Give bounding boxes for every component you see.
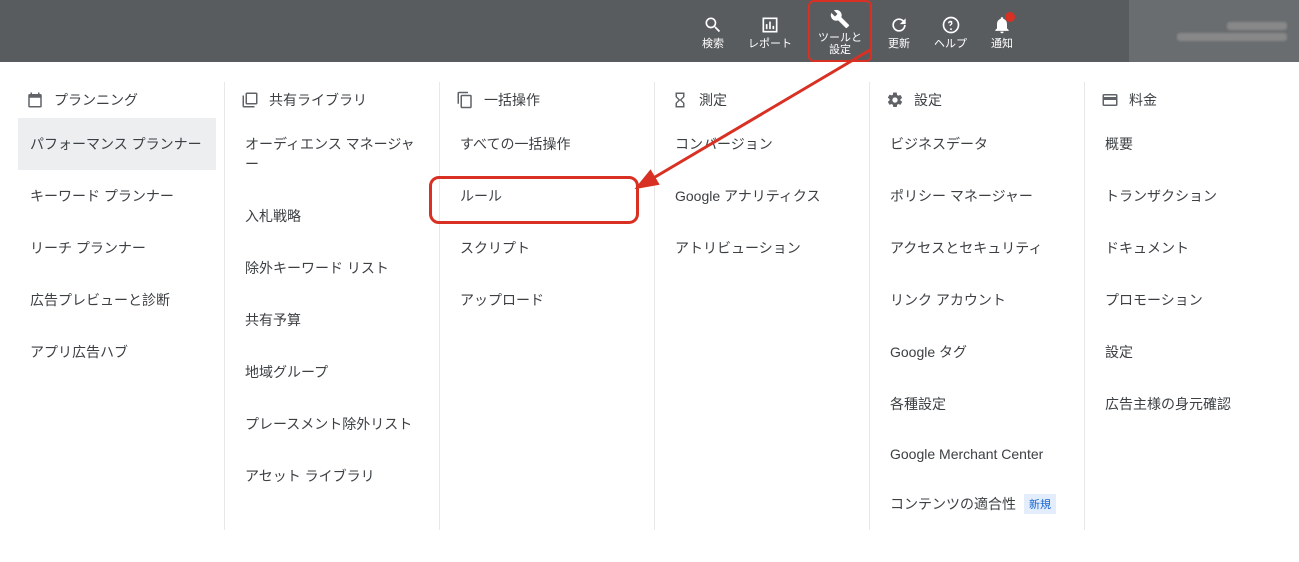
menu-content-suitability[interactable]: コンテンツの適合性 新規 — [878, 478, 1076, 530]
menu-ad-preview[interactable]: 広告プレビューと診断 — [18, 274, 216, 326]
billing-header-label: 料金 — [1129, 90, 1157, 110]
help-button[interactable]: ヘルプ — [926, 8, 975, 54]
menu-uploads[interactable]: アップロード — [448, 274, 646, 326]
menu-app-ads-hub[interactable]: アプリ広告ハブ — [18, 326, 216, 378]
account-area[interactable] — [1129, 0, 1299, 62]
menu-reach-planner[interactable]: リーチ プランナー — [18, 222, 216, 274]
menu-placement-exclusion[interactable]: プレースメント除外リスト — [233, 398, 431, 450]
menu-asset-library[interactable]: アセット ライブラリ — [233, 450, 431, 502]
menu-preferences[interactable]: 各種設定 — [878, 378, 1076, 430]
report-button[interactable]: レポート — [740, 8, 800, 54]
report-icon — [760, 14, 780, 36]
search-icon — [703, 14, 723, 36]
account-info-redacted — [1157, 19, 1287, 44]
menu-promotions[interactable]: プロモーション — [1093, 274, 1291, 326]
menu-scripts[interactable]: スクリプト — [448, 222, 646, 274]
menu-audience-manager[interactable]: オーディエンス マネージャー — [233, 118, 431, 190]
menu-advertiser-verification[interactable]: 広告主様の身元確認 — [1093, 378, 1291, 430]
bulk-header: 一括操作 — [448, 82, 646, 118]
menu-rules[interactable]: ルール — [448, 170, 646, 222]
notifications-button[interactable]: 通知 — [983, 8, 1021, 54]
refresh-button[interactable]: 更新 — [880, 8, 918, 54]
column-measurement: 測定 コンバージョン Google アナリティクス アトリビューション — [655, 82, 870, 530]
menu-policy-manager[interactable]: ポリシー マネージャー — [878, 170, 1076, 222]
menu-merchant-center[interactable]: Google Merchant Center — [878, 430, 1076, 478]
shared-header-label: 共有ライブラリ — [269, 90, 367, 110]
bulk-header-label: 一括操作 — [484, 90, 540, 110]
menu-documents[interactable]: ドキュメント — [1093, 222, 1291, 274]
menu-location-groups[interactable]: 地域グループ — [233, 346, 431, 398]
menu-summary[interactable]: 概要 — [1093, 118, 1291, 170]
menu-bid-strategies[interactable]: 入札戦略 — [233, 190, 431, 242]
menu-all-bulk-actions[interactable]: すべての一括操作 — [448, 118, 646, 170]
menu-performance-planner[interactable]: パフォーマンス プランナー — [18, 118, 216, 170]
column-billing: 料金 概要 トランザクション ドキュメント プロモーション 設定 広告主様の身元… — [1085, 82, 1299, 530]
card-icon — [1101, 91, 1119, 109]
billing-header: 料金 — [1093, 82, 1291, 118]
menu-linked-accounts[interactable]: リンク アカウント — [878, 274, 1076, 326]
refresh-label: 更新 — [888, 38, 910, 50]
menu-business-data[interactable]: ビジネスデータ — [878, 118, 1076, 170]
menu-access-security[interactable]: アクセスとセキュリティ — [878, 222, 1076, 274]
gear-icon — [886, 91, 904, 109]
new-badge: 新規 — [1024, 494, 1056, 514]
report-label: レポート — [748, 38, 792, 50]
menu-conversions[interactable]: コンバージョン — [663, 118, 861, 170]
column-bulk-actions: 一括操作 すべての一括操作 ルール スクリプト アップロード — [440, 82, 655, 530]
refresh-icon — [889, 14, 909, 36]
setup-header-label: 設定 — [914, 90, 942, 110]
search-button[interactable]: 検索 — [694, 8, 732, 54]
library-icon — [241, 91, 259, 109]
measure-header-label: 測定 — [699, 90, 727, 110]
planning-header-label: プランニング — [54, 90, 138, 110]
menu-transactions[interactable]: トランザクション — [1093, 170, 1291, 222]
menu-google-analytics[interactable]: Google アナリティクス — [663, 170, 861, 222]
help-label: ヘルプ — [934, 38, 967, 50]
column-shared-library: 共有ライブラリ オーディエンス マネージャー 入札戦略 除外キーワード リスト … — [225, 82, 440, 530]
menu-attribution[interactable]: アトリビューション — [663, 222, 861, 274]
setup-header: 設定 — [878, 82, 1076, 118]
hourglass-icon — [671, 91, 689, 109]
menu-billing-settings[interactable]: 設定 — [1093, 326, 1291, 378]
tools-settings-button[interactable]: ツールと 設定 — [808, 0, 872, 62]
copy-icon — [456, 91, 474, 109]
help-icon — [941, 14, 961, 36]
shared-header: 共有ライブラリ — [233, 82, 431, 118]
menu-negative-keywords[interactable]: 除外キーワード リスト — [233, 242, 431, 294]
tools-label: ツールと 設定 — [818, 32, 862, 56]
calendar-icon — [26, 91, 44, 109]
menu-shared-budgets[interactable]: 共有予算 — [233, 294, 431, 346]
planning-header: プランニング — [18, 82, 216, 118]
search-label: 検索 — [702, 38, 724, 50]
measure-header: 測定 — [663, 82, 861, 118]
menu-google-tag[interactable]: Google タグ — [878, 326, 1076, 378]
wrench-icon — [830, 8, 850, 30]
top-navigation-bar: 検索 レポート ツールと 設定 更新 ヘルプ 通知 — [0, 0, 1299, 62]
column-setup: 設定 ビジネスデータ ポリシー マネージャー アクセスとセキュリティ リンク ア… — [870, 82, 1085, 530]
menu-keyword-planner[interactable]: キーワード プランナー — [18, 170, 216, 222]
tools-dropdown-panel: プランニング パフォーマンス プランナー キーワード プランナー リーチ プラン… — [0, 62, 1299, 550]
notifications-label: 通知 — [991, 38, 1013, 50]
notification-badge-icon — [1005, 12, 1015, 22]
column-planning: プランニング パフォーマンス プランナー キーワード プランナー リーチ プラン… — [10, 82, 225, 530]
